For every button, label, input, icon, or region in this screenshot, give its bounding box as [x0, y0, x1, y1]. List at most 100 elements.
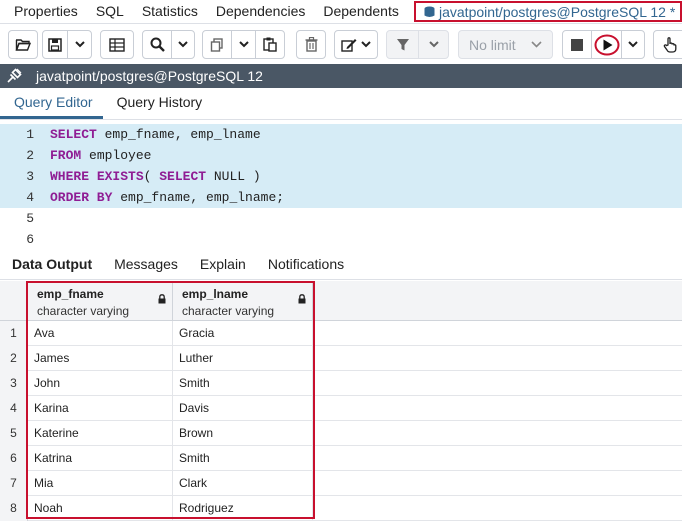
tab-sql[interactable]: SQL — [87, 0, 133, 24]
code-text: SELECT emp_fname, emp_lname — [50, 124, 261, 145]
cell-emp-fname[interactable]: Noah — [28, 496, 173, 521]
cell-emp-fname[interactable]: Karina — [28, 396, 173, 421]
column-header-emp-fname[interactable]: emp_fname character varying — [28, 281, 173, 321]
edit-button[interactable] — [334, 30, 378, 59]
tab-dependents[interactable]: Dependents — [314, 0, 408, 24]
sql-keyword: SELECT — [50, 127, 97, 142]
table-row[interactable]: 3 John Smith — [0, 371, 682, 396]
grid-header: emp_fname character varying emp_lname ch… — [0, 281, 682, 321]
tab-properties[interactable]: Properties — [0, 0, 87, 24]
cell-emp-fname[interactable]: Ava — [28, 321, 173, 346]
sql-editor[interactable]: 1 SELECT emp_fname, emp_lname 2 FROM employ… — [0, 124, 682, 248]
tab-data-output[interactable]: Data Output — [0, 252, 102, 279]
code-line: 5 — [0, 208, 682, 229]
filter-dropdown-button[interactable] — [418, 30, 449, 59]
paste-button[interactable] — [255, 30, 285, 59]
row-limit-select[interactable]: No limit — [458, 30, 553, 59]
cell-emp-fname[interactable]: John — [28, 371, 173, 396]
stop-button[interactable] — [562, 30, 592, 59]
cell-emp-lname[interactable]: Rodriguez — [173, 496, 313, 521]
sql-text: NULL ) — [206, 169, 261, 184]
edit-icon — [341, 38, 357, 52]
table-row[interactable]: 4 Karina Davis — [0, 396, 682, 421]
lock-icon — [298, 294, 306, 304]
column-type: character varying — [37, 304, 130, 318]
open-file-button[interactable] — [8, 30, 38, 59]
chevron-down-icon — [531, 41, 542, 48]
tab-query-history[interactable]: Query History — [103, 88, 213, 119]
row-number[interactable]: 5 — [0, 421, 28, 446]
hand-pointer-icon — [663, 36, 677, 53]
table-icon — [109, 37, 125, 52]
tab-explain[interactable]: Explain — [188, 252, 256, 279]
tab-notifications[interactable]: Notifications — [256, 252, 354, 279]
copy-dropdown-button[interactable] — [231, 30, 256, 59]
save-button[interactable] — [42, 30, 68, 59]
line-number: 4 — [26, 190, 34, 205]
cell-emp-lname[interactable]: Smith — [173, 371, 313, 396]
line-number: 5 — [26, 211, 34, 226]
find-button[interactable] — [142, 30, 172, 59]
table-row[interactable]: 1 Ava Gracia — [0, 321, 682, 346]
line-number: 2 — [26, 148, 34, 163]
sql-text: ( — [143, 169, 160, 184]
trash-icon — [305, 37, 317, 52]
editor-tab-bar: Query Editor Query History — [0, 88, 682, 120]
row-number[interactable]: 1 — [0, 321, 28, 346]
row-number[interactable]: 2 — [0, 346, 28, 371]
row-number[interactable]: 4 — [0, 396, 28, 421]
lock-icon — [158, 294, 166, 304]
folder-open-icon — [15, 38, 31, 51]
table-row[interactable]: 5 Katerine Brown — [0, 421, 682, 446]
column-name: emp_fname — [37, 287, 104, 301]
sql-keyword: ORDER BY — [50, 190, 113, 205]
row-number[interactable]: 8 — [0, 496, 28, 521]
find-dropdown-button[interactable] — [171, 30, 195, 59]
cell-emp-lname[interactable]: Luther — [173, 346, 313, 371]
output-tab-bar: Data Output Messages Explain Notificatio… — [0, 252, 682, 280]
cell-emp-fname[interactable]: James — [28, 346, 173, 371]
delete-button[interactable] — [296, 30, 326, 59]
table-row[interactable]: 2 James Luther — [0, 346, 682, 371]
save-dropdown-button[interactable] — [67, 30, 92, 59]
tab-query-editor[interactable]: Query Editor — [0, 88, 103, 119]
cell-emp-lname[interactable]: Brown — [173, 421, 313, 446]
code-line: 3 WHERE EXISTS( SELECT NULL ) — [0, 166, 682, 187]
cell-emp-fname[interactable]: Katrina — [28, 446, 173, 471]
sql-keyword: EXISTS — [96, 169, 144, 184]
filter-button[interactable] — [386, 30, 419, 59]
column-header-emp-lname[interactable]: emp_lname character varying — [173, 281, 313, 321]
cell-emp-fname[interactable]: Mia — [28, 471, 173, 496]
connection-icon[interactable] — [0, 68, 28, 84]
tab-messages[interactable]: Messages — [102, 252, 188, 279]
execute-button[interactable] — [591, 30, 622, 59]
table-row[interactable]: 8 Noah Rodriguez — [0, 496, 682, 521]
filter-icon — [396, 38, 409, 50]
chevron-down-icon — [238, 41, 249, 48]
code-text: ORDER BY emp_fname, emp_lname; — [50, 187, 284, 208]
cell-emp-lname[interactable]: Davis — [173, 396, 313, 421]
tab-statistics[interactable]: Statistics — [133, 0, 207, 24]
cell-emp-fname[interactable]: Katerine — [28, 421, 173, 446]
search-icon — [150, 37, 165, 52]
table-row[interactable]: 7 Mia Clark — [0, 471, 682, 496]
cell-emp-lname[interactable]: Clark — [173, 471, 313, 496]
code-line: 6 — [0, 229, 682, 250]
cell-emp-lname[interactable]: Smith — [173, 446, 313, 471]
execute-dropdown-button[interactable] — [621, 30, 645, 59]
copy-button[interactable] — [202, 30, 232, 59]
tab-dependencies[interactable]: Dependencies — [207, 0, 315, 24]
row-number[interactable]: 6 — [0, 446, 28, 471]
chevron-down-icon — [74, 41, 85, 48]
row-number[interactable]: 7 — [0, 471, 28, 496]
tab-query-tool[interactable]: javatpoint/postgres@PostgreSQL 12 * — [414, 1, 682, 22]
sql-keyword: FROM — [50, 148, 82, 163]
code-line: 1 SELECT emp_fname, emp_lname — [0, 124, 682, 145]
table-row[interactable]: 6 Katrina Smith — [0, 446, 682, 471]
grid-view-button[interactable] — [100, 30, 134, 59]
cell-emp-lname[interactable]: Gracia — [173, 321, 313, 346]
macros-button[interactable] — [653, 30, 682, 59]
code-line: 2 FROM employee — [0, 145, 682, 166]
row-number[interactable]: 3 — [0, 371, 28, 396]
